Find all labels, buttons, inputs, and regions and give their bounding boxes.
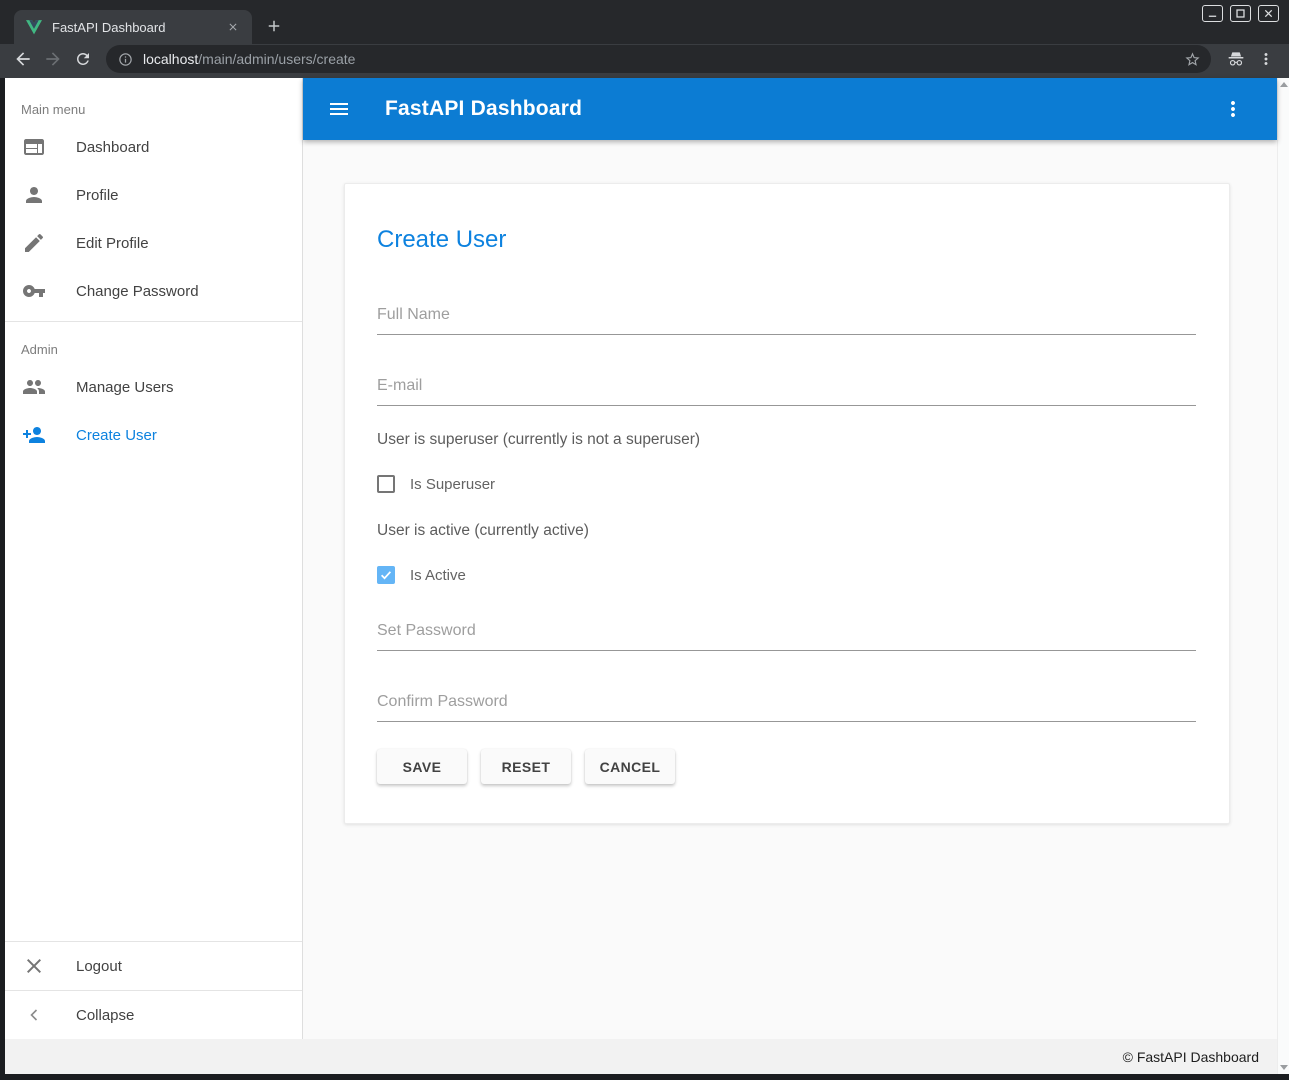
sidebar-spacer xyxy=(5,459,302,941)
vue-logo-icon xyxy=(26,20,42,35)
is-active-checkbox-row[interactable]: Is Active xyxy=(377,566,1196,584)
sidebar-item-label: Dashboard xyxy=(76,139,149,156)
forward-button[interactable] xyxy=(38,45,68,73)
back-button[interactable] xyxy=(8,45,38,73)
browser-window: FastAPI Dashboard localhost/m xyxy=(0,0,1289,1080)
checkbox-label: Is Superuser xyxy=(410,476,495,493)
checkbox-label: Is Active xyxy=(410,567,466,584)
app-header: FastAPI Dashboard xyxy=(303,78,1277,140)
tab-title: FastAPI Dashboard xyxy=(52,20,224,35)
sidebar-item-label: Create User xyxy=(76,427,157,444)
close-icon xyxy=(22,954,46,978)
person-add-icon xyxy=(22,423,46,447)
sidebar: Main menu Dashboard Profile xyxy=(5,78,303,1039)
page-title: Create User xyxy=(377,224,1196,256)
active-hint: User is active (currently active) xyxy=(377,522,1196,540)
full-name-input[interactable] xyxy=(377,306,1196,335)
sidebar-item-profile[interactable]: Profile xyxy=(5,171,302,219)
app-title: FastAPI Dashboard xyxy=(385,97,582,121)
pencil-icon xyxy=(22,231,46,255)
hamburger-menu-icon[interactable] xyxy=(327,97,351,121)
main-area: FastAPI Dashboard Create User xyxy=(303,78,1277,1039)
save-button[interactable]: SAVE xyxy=(377,749,467,784)
sidebar-item-label: Logout xyxy=(76,958,122,975)
sidebar-item-dashboard[interactable]: Dashboard xyxy=(5,123,302,171)
maximize-button[interactable] xyxy=(1230,5,1251,22)
copyright-text: © FastAPI Dashboard xyxy=(1123,1049,1259,1065)
reload-button[interactable] xyxy=(68,45,98,73)
browser-tab[interactable]: FastAPI Dashboard xyxy=(14,10,252,44)
dashboard-icon xyxy=(22,135,46,159)
sidebar-section-main-menu: Main menu xyxy=(5,78,302,123)
set-password-field-wrap xyxy=(377,622,1196,651)
sidebar-item-label: Manage Users xyxy=(76,379,174,396)
sidebar-item-manage-users[interactable]: Manage Users xyxy=(5,363,302,411)
cancel-button[interactable]: CANCEL xyxy=(585,749,675,784)
url-text[interactable]: localhost/main/admin/users/create xyxy=(143,51,1184,67)
sidebar-item-collapse[interactable]: Collapse xyxy=(5,991,302,1039)
set-password-input[interactable] xyxy=(377,622,1196,651)
browser-menu-icon[interactable] xyxy=(1251,45,1281,73)
superuser-hint: User is superuser (currently is not a su… xyxy=(377,431,1196,449)
confirm-password-field-wrap xyxy=(377,693,1196,722)
confirm-password-input[interactable] xyxy=(377,693,1196,722)
sidebar-item-label: Collapse xyxy=(76,1007,134,1024)
url-host: localhost xyxy=(143,51,198,67)
sidebar-item-label: Profile xyxy=(76,187,119,204)
scrollbar-down-arrow[interactable] xyxy=(1280,1065,1288,1070)
app-menu-kebab-icon[interactable] xyxy=(1221,97,1245,121)
new-tab-button[interactable] xyxy=(260,12,288,40)
tab-close-icon[interactable] xyxy=(224,18,242,36)
page-footer: © FastAPI Dashboard xyxy=(5,1039,1277,1074)
reset-button[interactable]: RESET xyxy=(481,749,571,784)
form-buttons: SAVE RESET CANCEL xyxy=(377,749,1196,784)
is-superuser-checkbox[interactable] xyxy=(377,475,395,493)
incognito-icon xyxy=(1221,45,1251,73)
minimize-button[interactable] xyxy=(1202,5,1223,22)
page-scrollbar[interactable] xyxy=(1277,78,1289,1074)
sidebar-item-create-user[interactable]: Create User xyxy=(5,411,302,459)
url-path: /main/admin/users/create xyxy=(198,51,355,67)
window-controls xyxy=(1202,5,1279,22)
browser-toolbar: localhost/main/admin/users/create xyxy=(0,44,1289,78)
scrollbar-up-arrow[interactable] xyxy=(1280,82,1288,87)
full-name-field-wrap xyxy=(377,306,1196,335)
sidebar-item-edit-profile[interactable]: Edit Profile xyxy=(5,219,302,267)
email-field-wrap xyxy=(377,377,1196,406)
sidebar-section-admin: Admin xyxy=(5,328,302,363)
group-icon xyxy=(22,375,46,399)
sidebar-item-logout[interactable]: Logout xyxy=(5,942,302,990)
create-user-card: Create User User is superuser (currently… xyxy=(344,183,1230,824)
sidebar-item-label: Change Password xyxy=(76,283,199,300)
page: Main menu Dashboard Profile xyxy=(5,78,1289,1074)
is-active-checkbox[interactable] xyxy=(377,566,395,584)
chevron-left-icon xyxy=(22,1003,46,1027)
email-input[interactable] xyxy=(377,377,1196,406)
bookmark-star-icon[interactable] xyxy=(1184,51,1201,68)
person-icon xyxy=(22,183,46,207)
page-info-icon[interactable] xyxy=(118,52,133,67)
address-bar[interactable]: localhost/main/admin/users/create xyxy=(106,45,1211,73)
is-superuser-checkbox-row[interactable]: Is Superuser xyxy=(377,475,1196,493)
content-area: Create User User is superuser (currently… xyxy=(303,140,1277,1039)
sidebar-divider xyxy=(5,321,302,322)
sidebar-item-label: Edit Profile xyxy=(76,235,149,252)
key-icon xyxy=(22,279,46,303)
close-window-button[interactable] xyxy=(1258,5,1279,22)
sidebar-item-change-password[interactable]: Change Password xyxy=(5,267,302,315)
browser-tab-bar: FastAPI Dashboard xyxy=(0,0,1289,44)
